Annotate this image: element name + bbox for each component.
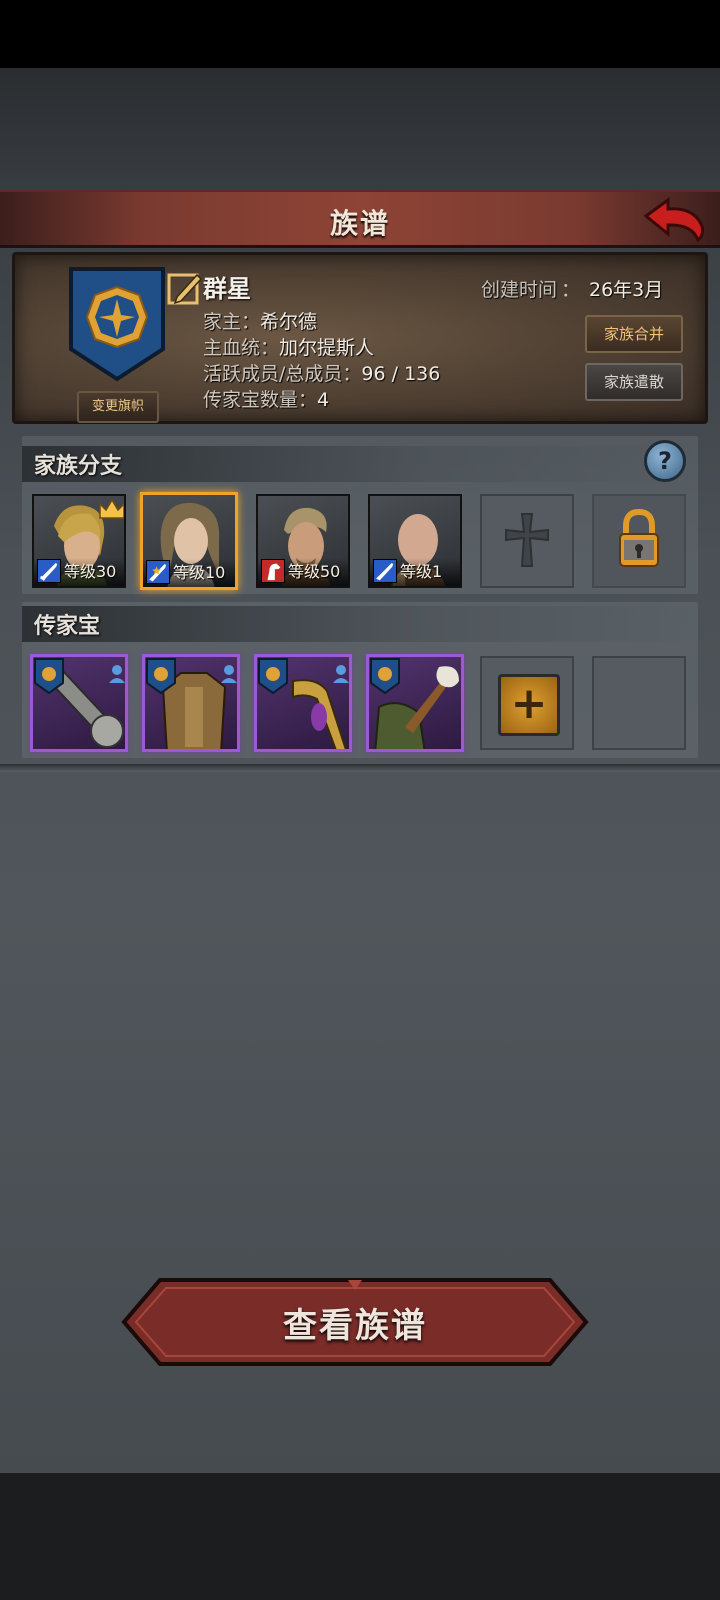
family-disband-button[interactable]: 家族遣散 [585,363,683,401]
member-level: 等级30 [64,562,117,581]
bloodline-label: 主血统： [203,337,280,359]
member-level: 等级10 [173,563,226,582]
heirloom-slot[interactable] [366,654,464,752]
armor-icon [146,658,237,749]
status-bar [0,0,720,68]
locked-branch-slot[interactable] [592,494,686,588]
navigation-bar [0,1473,720,1600]
edit-name-icon[interactable] [167,269,203,305]
family-head-value: 希尔德 [260,311,318,333]
branch-member-slot[interactable]: 等级50 [256,494,350,588]
family-name: 群星 [203,275,251,303]
bloodline-row: 主血统：加尔提斯人 [203,333,374,360]
add-heirloom-slot[interactable]: + [480,656,574,750]
members-label: 活跃成员/总成员： [203,363,362,385]
title-bar: 族谱 [0,190,720,248]
family-head-row: 家主：希尔德 [203,307,317,334]
sword-class-icon [37,559,61,583]
family-banner-icon[interactable] [65,265,169,383]
branches-header-strip [22,446,698,482]
branch-member-slot[interactable]: 等级30 [32,494,126,588]
created-time-value: 26年3月 [589,279,664,301]
section-divider [0,764,720,772]
branches-title: 家族分支 [34,454,123,479]
horse-class-icon [261,559,285,583]
add-heirloom-button[interactable]: + [498,674,560,736]
family-info-card: 变更旗帜 群星 创建时间 ： 26年3月 家主：希尔德 主血统：加尔提斯人 活跃… [12,252,708,424]
torch-icon [370,658,459,749]
branch-member-slot[interactable]: 等级1 [368,494,462,588]
heirloom-slot[interactable] [30,654,128,752]
scepter-icon [258,658,349,749]
mace-icon [34,658,125,748]
heirlooms-header-strip [22,606,698,642]
bloodline-value: 加尔提斯人 [279,337,375,359]
members-row: 活跃成员/总成员：96 / 136 [203,359,440,386]
back-arrow-icon[interactable] [642,196,708,244]
heirloom-count-value: 4 [317,389,330,411]
heirloom-slot[interactable] [254,654,352,752]
crown-icon [99,498,124,519]
created-time-label: 创建时间 [481,279,558,301]
cross-icon [505,513,549,567]
members-value: 96 / 136 [361,363,441,385]
heirloom-count-label: 传家宝数量： [203,389,318,411]
branch-member-slot-selected[interactable]: 等级10 [140,492,238,590]
view-family-tree-button[interactable] [120,1276,590,1368]
member-level: 等级1 [400,562,443,581]
created-time-separator: ： [561,279,581,301]
lock-icon [619,508,659,567]
empty-heirloom-slot[interactable] [592,656,686,750]
heirloom-count-row: 传家宝数量：4 [203,385,329,412]
page-title: 族谱 [329,207,390,240]
heirlooms-title: 传家宝 [34,614,101,639]
family-merge-button[interactable]: 家族合并 [585,315,683,353]
family-head-label: 家主： [203,311,261,333]
member-level: 等级50 [288,562,341,581]
empty-branch-slot[interactable] [480,494,574,588]
sword-class-icon [146,560,170,584]
help-icon[interactable]: ? [644,440,686,482]
heirloom-slot[interactable] [142,654,240,752]
sword-class-icon [373,559,397,583]
change-banner-button[interactable]: 变更旗帜 [77,391,159,423]
